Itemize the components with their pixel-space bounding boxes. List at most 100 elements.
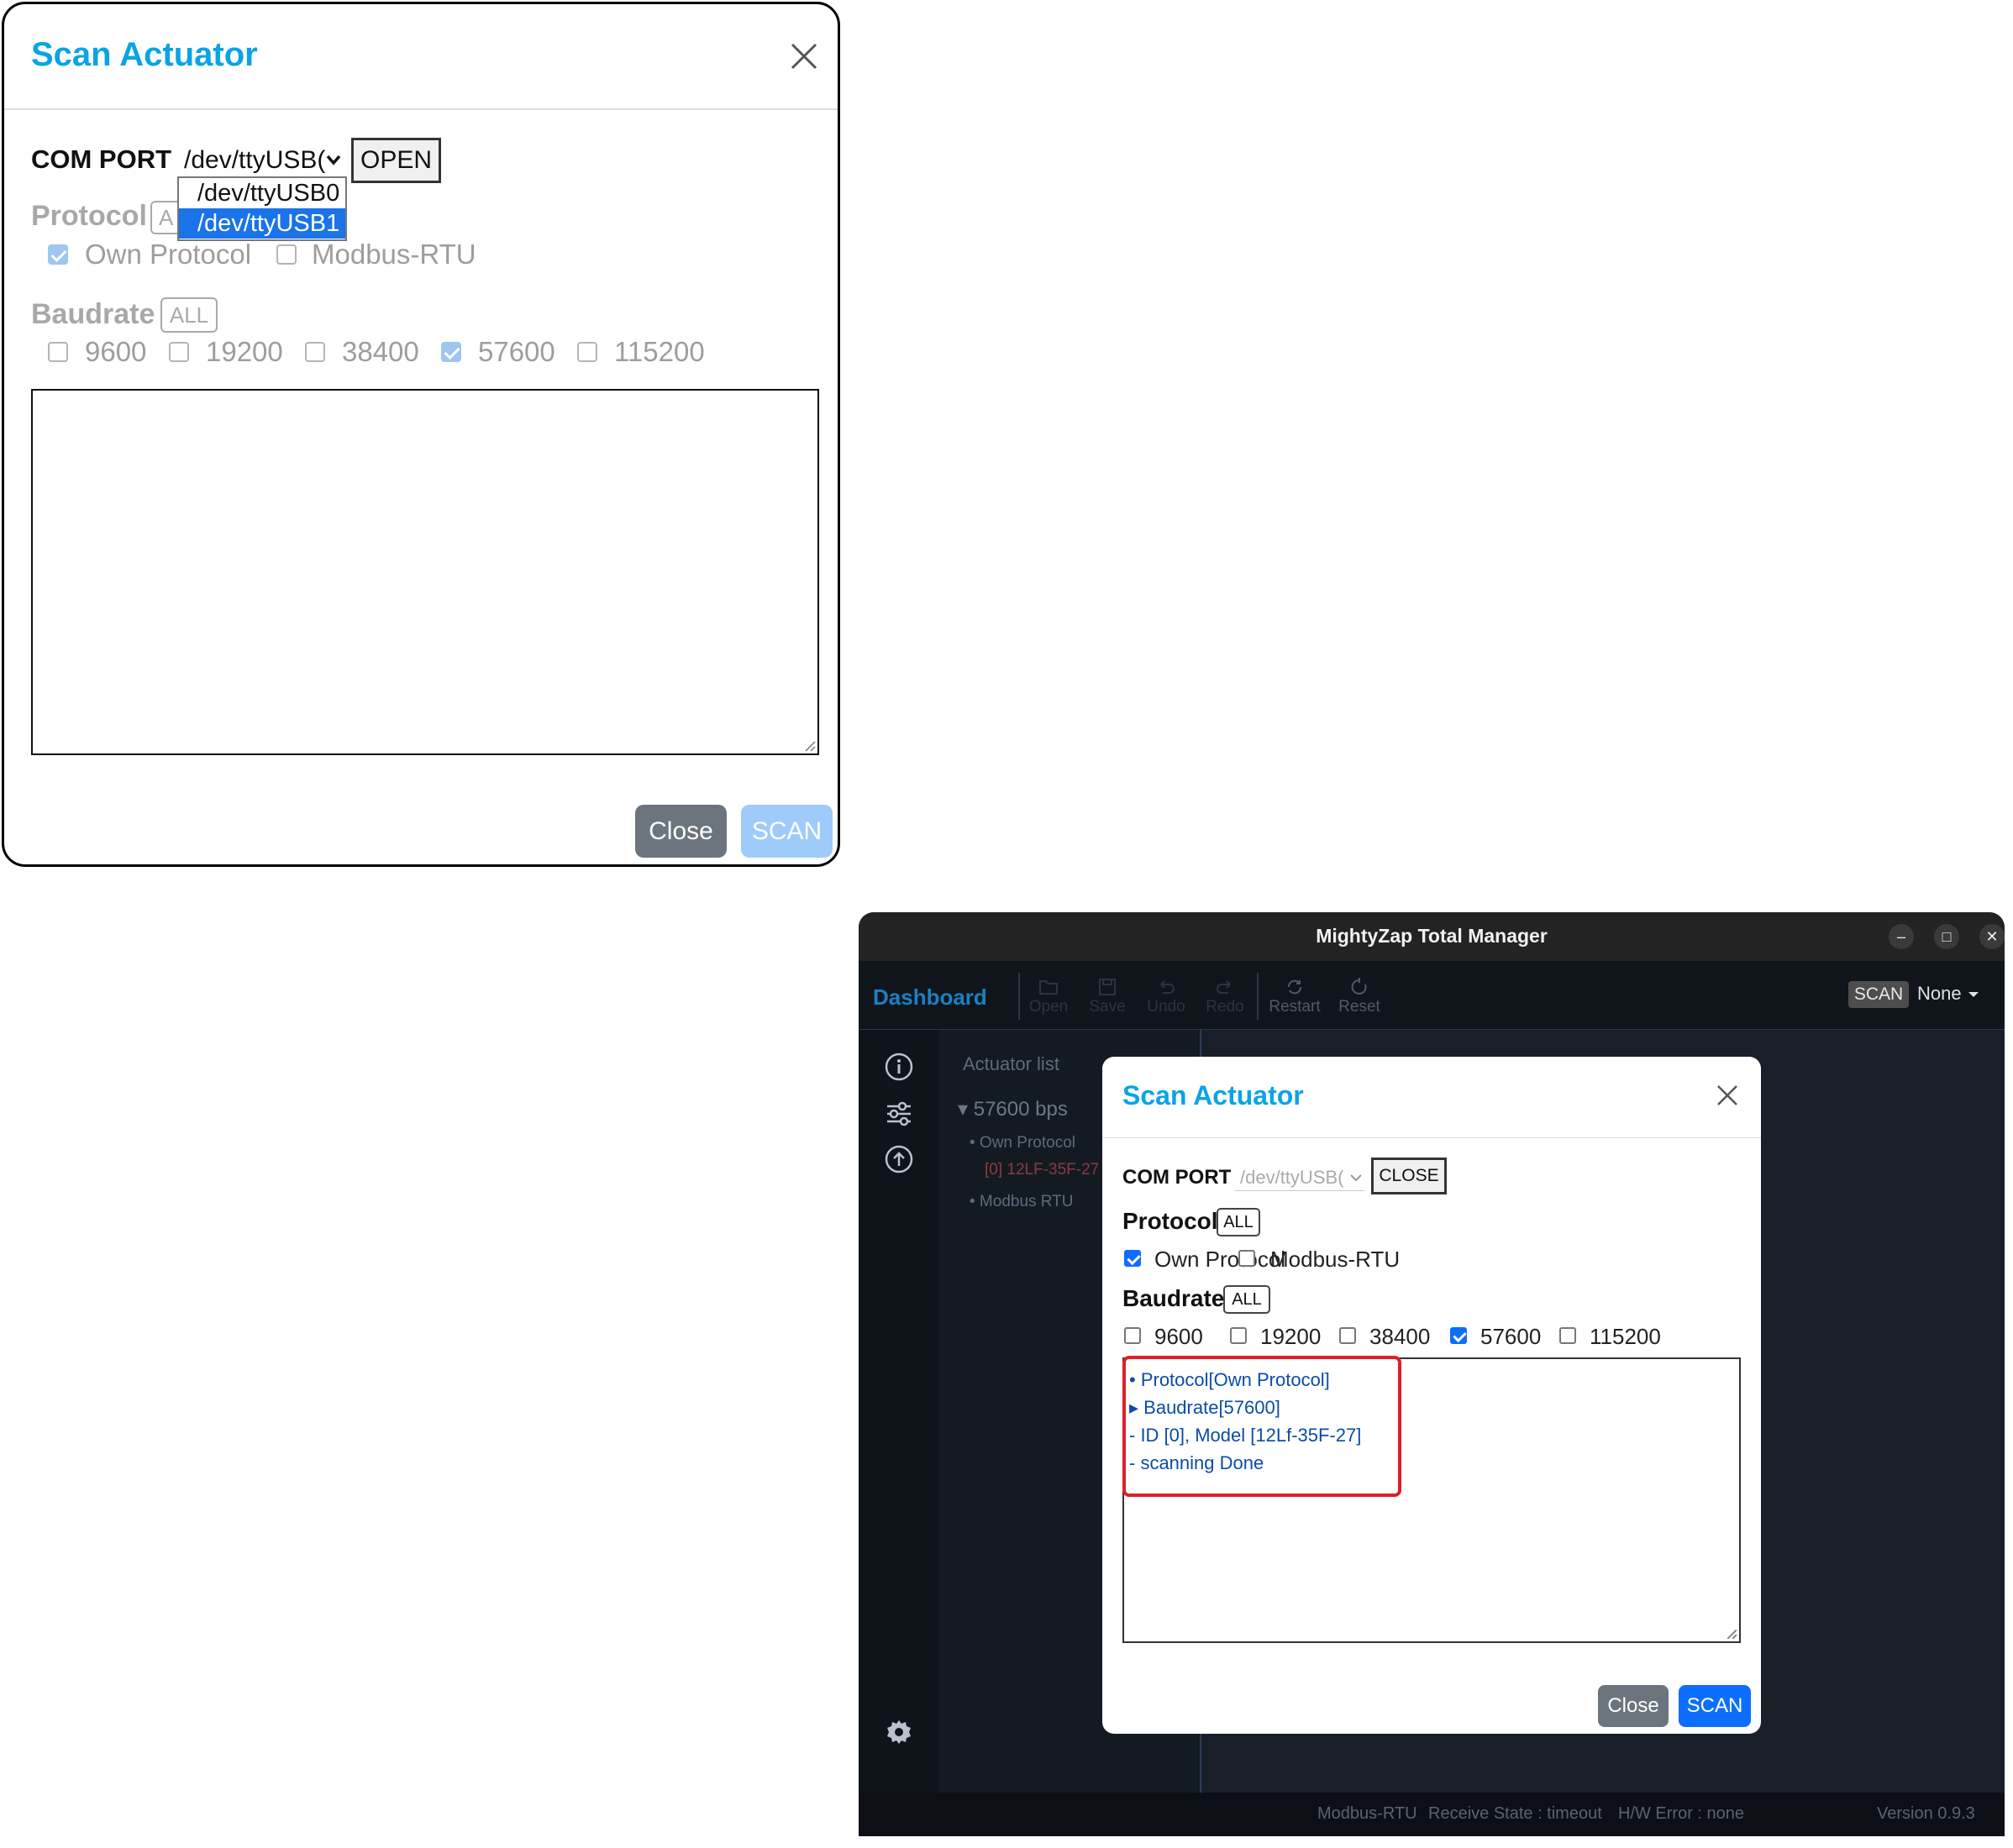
restart-icon bbox=[1288, 979, 1301, 995]
baud-group-57600[interactable]: ▾ 57600 bps bbox=[958, 1097, 1068, 1121]
baudrate-all-button[interactable]: ALL bbox=[160, 297, 218, 333]
com-port-value: /dev/ttyUSB( bbox=[184, 146, 326, 174]
side-navigation bbox=[859, 1030, 939, 1793]
modal-baudrate-all-button[interactable]: ALL bbox=[1223, 1285, 1270, 1314]
modal-own-protocol-label: Own Protocol bbox=[1154, 1247, 1286, 1272]
open-port-button[interactable]: OPEN bbox=[351, 138, 441, 183]
baud-115200-checkbox[interactable] bbox=[577, 342, 597, 362]
close-button[interactable]: Close bbox=[635, 805, 727, 858]
toolbar-scan-button[interactable]: SCAN bbox=[1848, 981, 1909, 1008]
chevron-down-icon bbox=[326, 155, 341, 165]
modal-own-protocol-checkbox[interactable] bbox=[1124, 1250, 1141, 1267]
modal-baud-38400-label: 38400 bbox=[1369, 1324, 1431, 1349]
modal-com-port-value: /dev/ttyUSB( bbox=[1240, 1167, 1344, 1188]
com-port-dropdown: /dev/ttyUSB0 /dev/ttyUSB1 bbox=[177, 176, 347, 241]
modal-baudrate-label: Baudrate bbox=[1122, 1285, 1225, 1311]
toolbar-redo-label: Redo bbox=[1206, 998, 1244, 1016]
modal-title: Scan Actuator bbox=[1122, 1080, 1304, 1110]
actuator-list-item[interactable]: [0] 12LF-35F-27 bbox=[985, 1161, 1099, 1179]
status-version: Version 0.9.3 bbox=[1877, 1804, 1975, 1823]
baud-38400-label: 38400 bbox=[342, 336, 419, 367]
actuator-selector[interactable]: None bbox=[1917, 983, 1979, 1005]
window-titlebar: MightyZap Total Manager – □ ✕ bbox=[859, 912, 2005, 961]
modal-baud-57600-checkbox[interactable] bbox=[1450, 1327, 1467, 1344]
modbus-rtu-checkbox[interactable] bbox=[276, 244, 297, 265]
baud-9600-checkbox[interactable] bbox=[48, 342, 68, 362]
dropdown-option[interactable]: /dev/ttyUSB0 bbox=[179, 178, 345, 208]
own-protocol-checkbox[interactable] bbox=[48, 244, 68, 265]
window-close-button[interactable]: ✕ bbox=[1979, 924, 2005, 949]
maximize-button[interactable]: □ bbox=[1934, 924, 1959, 949]
modal-scan-button[interactable]: SCAN bbox=[1679, 1685, 1751, 1727]
toolbar-save-button[interactable]: Save bbox=[1082, 978, 1133, 1016]
toolbar-open-button[interactable]: Open bbox=[1023, 978, 1074, 1016]
modal-protocol-all-button[interactable]: ALL bbox=[1217, 1208, 1260, 1236]
modal-baud-19200-label: 19200 bbox=[1260, 1324, 1322, 1349]
modal-header-divider bbox=[1102, 1137, 1761, 1138]
chevron-down-icon bbox=[1350, 1174, 1362, 1182]
baudrate-label: Baudrate bbox=[31, 298, 155, 330]
close-icon[interactable] bbox=[789, 41, 819, 71]
resize-grip-icon[interactable] bbox=[804, 740, 816, 752]
toolbar-restart-label: Restart bbox=[1269, 998, 1321, 1016]
modal-com-port-select[interactable]: /dev/ttyUSB( bbox=[1235, 1164, 1364, 1191]
dashboard-title[interactable]: Dashboard bbox=[873, 984, 987, 1011]
baud-57600-checkbox[interactable] bbox=[441, 342, 461, 362]
toolbar-open-label: Open bbox=[1028, 998, 1069, 1016]
com-port-label: COM PORT bbox=[31, 144, 172, 174]
toolbar-reset-button[interactable]: Reset bbox=[1334, 978, 1385, 1016]
modbus-rtu-group: • Modbus RTU bbox=[970, 1193, 1074, 1210]
own-protocol-group: • Own Protocol bbox=[970, 1134, 1075, 1152]
modal-baud-115200-checkbox[interactable] bbox=[1559, 1327, 1576, 1344]
toolbar-save-label: Save bbox=[1089, 998, 1126, 1016]
modal-modbus-rtu-label: Modbus-RTU bbox=[1270, 1247, 1401, 1272]
modal-baud-9600-checkbox[interactable] bbox=[1124, 1327, 1141, 1344]
actuator-selector-value: None bbox=[1917, 983, 1962, 1004]
modal-baud-38400-checkbox[interactable] bbox=[1339, 1327, 1356, 1344]
reset-icon bbox=[1351, 978, 1367, 995]
log-highlight-box bbox=[1122, 1356, 1401, 1497]
caret-down-icon bbox=[1968, 992, 1979, 998]
redo-icon bbox=[1217, 980, 1231, 994]
baud-115200-label: 115200 bbox=[614, 336, 705, 367]
dropdown-option-selected[interactable]: /dev/ttyUSB1 bbox=[179, 208, 345, 239]
com-port-select[interactable]: /dev/ttyUSB( bbox=[181, 143, 345, 178]
own-protocol-label: Own Protocol bbox=[85, 239, 252, 270]
close-port-button[interactable]: CLOSE bbox=[1371, 1158, 1447, 1194]
baud-19200-label: 19200 bbox=[206, 336, 283, 367]
scan-button-disabled[interactable]: SCAN bbox=[741, 805, 833, 858]
baud-38400-checkbox[interactable] bbox=[305, 342, 325, 362]
protocol-label: Protocol bbox=[31, 200, 147, 232]
baud-19200-checkbox[interactable] bbox=[169, 342, 189, 362]
actuator-list-title: Actuator list bbox=[963, 1053, 1059, 1074]
toolbar-undo-button[interactable]: Undo bbox=[1141, 978, 1191, 1016]
modal-baud-115200-label: 115200 bbox=[1590, 1324, 1661, 1349]
scan-actuator-modal: Scan Actuator COM PORT /dev/ttyUSB( CLOS… bbox=[1102, 1057, 1761, 1734]
modbus-rtu-label: Modbus-RTU bbox=[312, 239, 476, 270]
scan-log-textarea[interactable] bbox=[31, 389, 819, 755]
modal-close-icon[interactable] bbox=[1716, 1084, 1739, 1107]
save-icon bbox=[1099, 979, 1116, 995]
modal-modbus-rtu-checkbox[interactable] bbox=[1238, 1250, 1255, 1267]
resize-grip-icon[interactable] bbox=[1726, 1628, 1737, 1640]
toolbar-reset-label: Reset bbox=[1338, 998, 1380, 1016]
info-icon[interactable] bbox=[884, 1052, 914, 1082]
baud-9600-label: 9600 bbox=[85, 336, 147, 367]
sliders-icon[interactable] bbox=[884, 1099, 914, 1129]
baud-57600-label: 57600 bbox=[478, 336, 555, 367]
minimize-button[interactable]: – bbox=[1889, 924, 1914, 949]
window-title: MightyZap Total Manager bbox=[1316, 925, 1548, 947]
toolbar: Dashboard Open Save Undo Redo Restart Re… bbox=[859, 961, 2005, 1030]
folder-icon bbox=[1039, 980, 1058, 995]
settings-icon[interactable] bbox=[884, 1717, 914, 1747]
modal-baud-19200-checkbox[interactable] bbox=[1230, 1327, 1247, 1344]
upload-icon[interactable] bbox=[884, 1144, 914, 1174]
modal-baud-57600-label: 57600 bbox=[1480, 1324, 1542, 1349]
header-divider bbox=[4, 108, 838, 110]
status-hw-error: H/W Error : none bbox=[1618, 1804, 1745, 1823]
modal-baud-9600-label: 9600 bbox=[1154, 1324, 1203, 1349]
modal-close-button[interactable]: Close bbox=[1598, 1685, 1669, 1727]
toolbar-restart-button[interactable]: Restart bbox=[1265, 978, 1324, 1016]
toolbar-redo-button[interactable]: Redo bbox=[1200, 978, 1250, 1016]
dialog-title: Scan Actuator bbox=[31, 36, 258, 73]
